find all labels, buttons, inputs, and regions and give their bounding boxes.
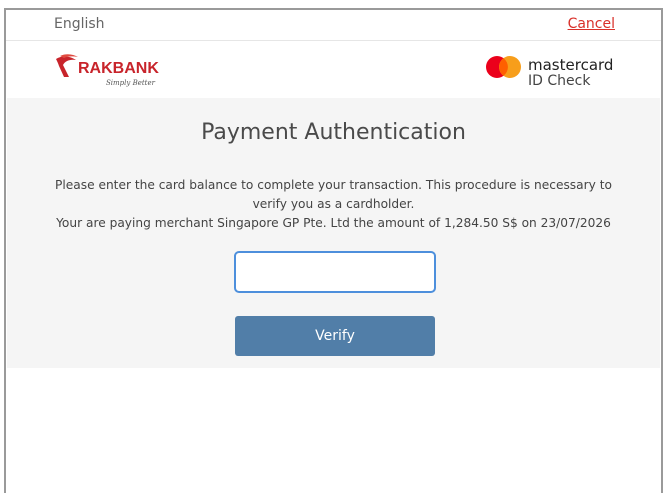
mastercard-circles-icon	[486, 56, 521, 78]
instruction-text: Please enter the card balance to complet…	[55, 178, 612, 211]
instructions: Please enter the card balance to complet…	[47, 176, 620, 233]
cancel-link[interactable]: Cancel	[568, 16, 615, 32]
page-title: Payment Authentication	[201, 120, 466, 145]
payment-info-text: Your are paying merchant Singapore GP Pt…	[56, 216, 611, 230]
authentication-panel: Payment Authentication Please enter the …	[7, 98, 660, 368]
rakbank-logo: RAKBANK Simply Better	[54, 53, 184, 93]
bank-name: RAKBANK	[78, 60, 159, 77]
scheme-name: mastercard	[528, 56, 614, 74]
logo-bar: RAKBANK Simply Better mastercard ID Chec…	[6, 41, 661, 97]
authentication-frame: English Cancel RAKBANK Simply Better mas…	[4, 8, 663, 493]
mastercard-id-check-logo: mastercard ID Check	[485, 51, 615, 91]
top-bar: English Cancel	[6, 10, 661, 41]
verify-button[interactable]: Verify	[235, 316, 435, 356]
language-selector[interactable]: English	[54, 16, 105, 32]
scheme-program: ID Check	[528, 73, 591, 89]
rakbank-swoosh-icon	[56, 54, 78, 77]
card-balance-input[interactable]	[234, 251, 436, 293]
bank-tagline: Simply Better	[106, 79, 155, 87]
